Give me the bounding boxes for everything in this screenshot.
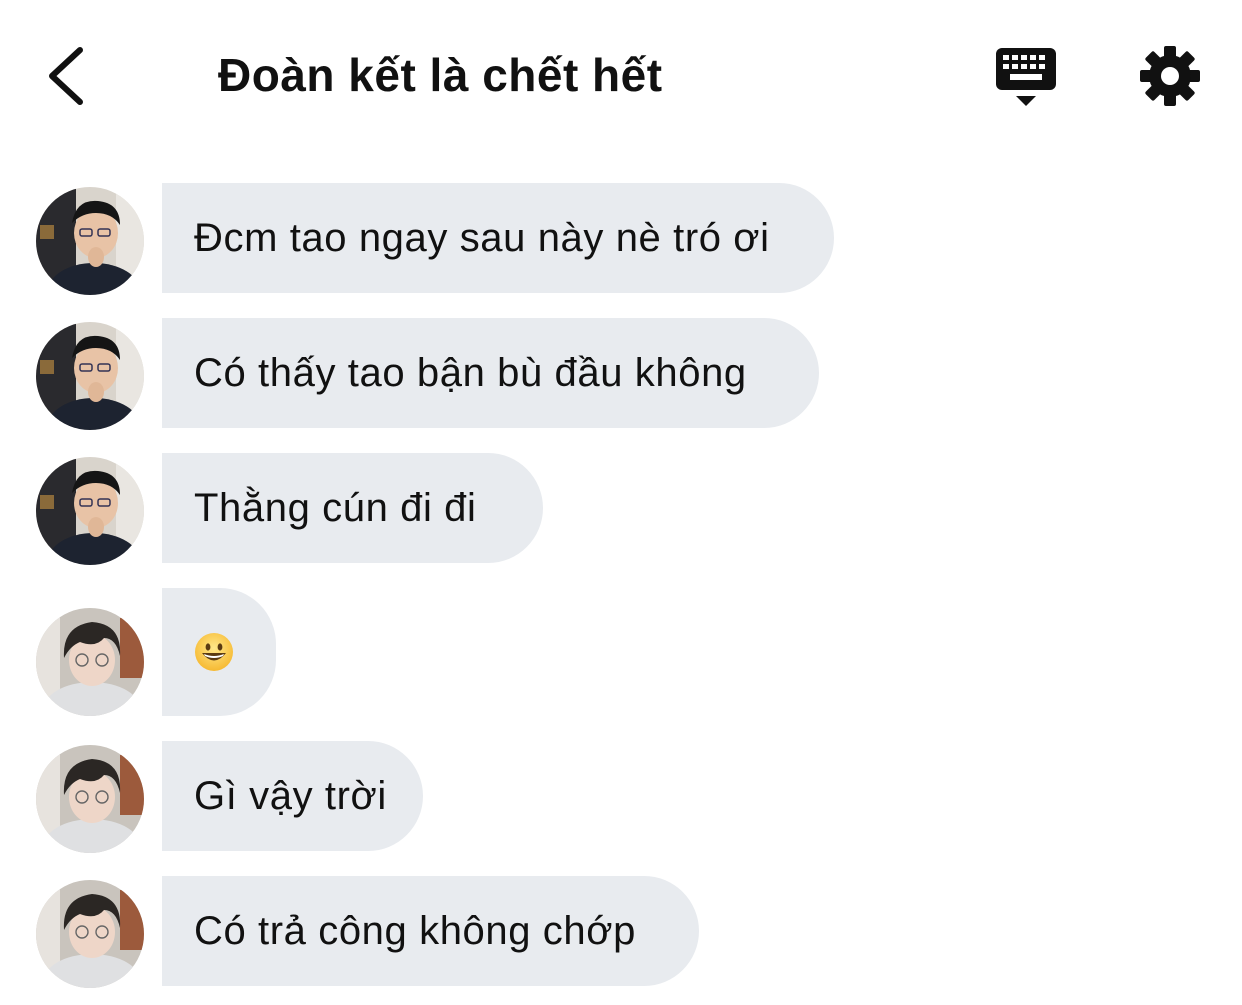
message-bubble[interactable] [162,588,276,716]
message-text: Gì vậy trời [194,773,387,818]
message-bubble[interactable]: Thằng cún đi đi [162,453,543,563]
message-text: Thằng cún đi đi [194,485,477,530]
message-bubble[interactable]: Gì vậy trời [162,741,423,851]
avatar[interactable] [36,187,144,295]
message-text: Có trả công không chớp [194,908,636,953]
avatar-user-a [36,187,144,295]
avatar-user-a [36,457,144,565]
avatar[interactable] [36,457,144,565]
message-bubble[interactable]: Có trả công không chớp [162,876,699,986]
avatar[interactable] [36,745,144,853]
message-text: Có thấy tao bận bù đầu không [194,350,747,395]
message-text: Đcm tao ngay sau này nè tró ơi [194,215,770,260]
avatar-user-b [36,608,144,716]
avatar-user-a [36,322,144,430]
avatar-user-b [36,745,144,853]
avatar[interactable] [36,608,144,716]
grinning-face-icon [195,633,233,671]
avatar[interactable] [36,880,144,988]
avatar-user-b [36,880,144,988]
message-list: Đcm tao ngay sau này nè tró ơi Có thấy t… [0,0,1242,1005]
message-bubble[interactable]: Đcm tao ngay sau này nè tró ơi [162,183,834,293]
message-bubble[interactable]: Có thấy tao bận bù đầu không [162,318,819,428]
avatar[interactable] [36,322,144,430]
